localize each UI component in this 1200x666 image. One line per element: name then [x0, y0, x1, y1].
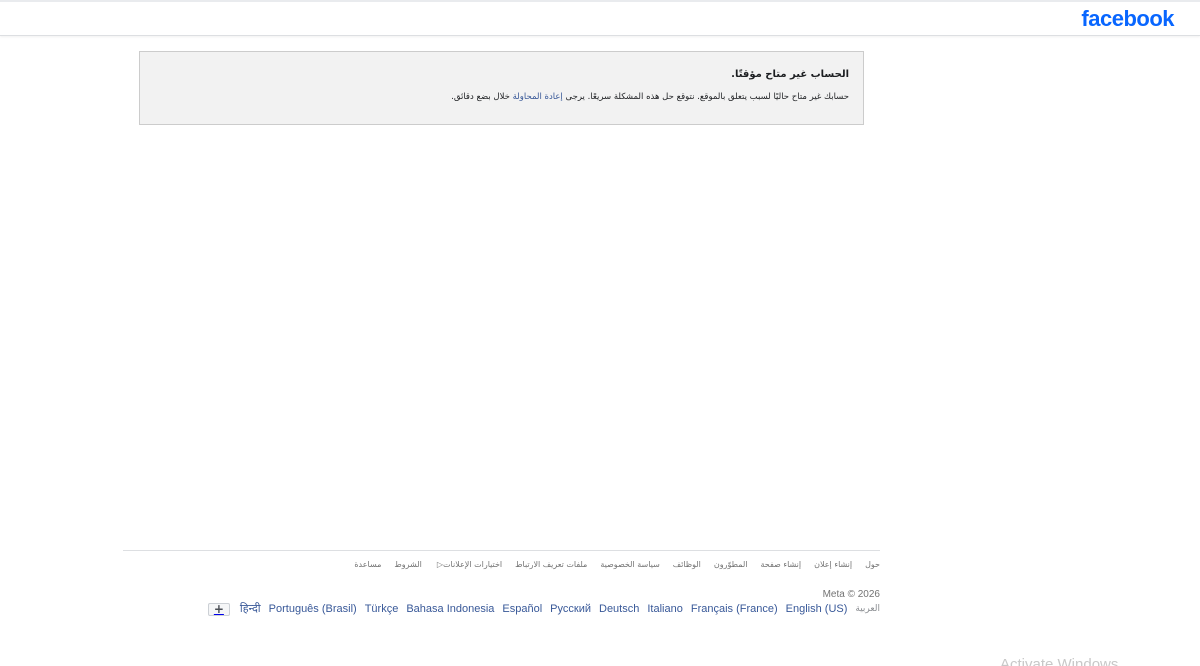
- footer-link-cookies[interactable]: ملفات تعريف الارتباط: [515, 558, 587, 572]
- notice-body-text: حسابك غير متاح حاليًا لسبب يتعلق بالموقع…: [562, 92, 849, 102]
- language-selector: العربية English (US) Français (France) I…: [207, 601, 880, 617]
- footer-link-create-page[interactable]: إنشاء صفحة: [761, 558, 802, 572]
- language-portuguese-brazil[interactable]: Português (Brasil): [269, 601, 357, 617]
- footer-link-about[interactable]: حول: [865, 558, 880, 572]
- footer-divider: [123, 550, 880, 551]
- footer-link-privacy[interactable]: سياسة الخصوصية: [600, 558, 659, 572]
- ad-choices-label: اختيارات الإعلانات: [443, 560, 503, 569]
- language-russian[interactable]: Русский: [550, 601, 591, 617]
- footer-link-ad-choices[interactable]: اختيارات الإعلانات▷: [435, 558, 502, 572]
- copyright: Meta © 2026: [822, 589, 880, 600]
- top-bar: facebook: [0, 0, 1200, 36]
- notice-title: الحساب غير متاح مؤقتًا.: [731, 69, 849, 80]
- footer-link-developers[interactable]: المطوّرون: [714, 558, 748, 572]
- windows-activation-watermark: Activate Windows: [1000, 656, 1119, 666]
- retry-link[interactable]: إعادة المحاولة: [513, 92, 563, 102]
- plus-icon: +: [213, 602, 224, 616]
- language-english-us[interactable]: English (US): [786, 601, 848, 617]
- language-indonesian[interactable]: Bahasa Indonesia: [406, 601, 494, 617]
- footer-links: حول إنشاء إعلان إنشاء صفحة المطوّرون الو…: [354, 558, 880, 572]
- footer-link-create-ad[interactable]: إنشاء إعلان: [814, 558, 852, 572]
- unavailable-notice: الحساب غير متاح مؤقتًا. حسابك غير متاح ح…: [139, 51, 864, 125]
- language-german[interactable]: Deutsch: [599, 601, 639, 617]
- language-french[interactable]: Français (France): [691, 601, 778, 617]
- language-spanish[interactable]: Español: [502, 601, 542, 617]
- more-languages-button[interactable]: +: [207, 602, 230, 616]
- language-turkish[interactable]: Türkçe: [365, 601, 399, 617]
- language-italian[interactable]: Italiano: [647, 601, 682, 617]
- notice-body-text-end: خلال بضع دقائق.: [451, 92, 513, 102]
- current-language: العربية: [855, 604, 880, 614]
- page: facebook الحساب غير متاح مؤقتًا. حسابك غ…: [0, 0, 1200, 666]
- footer-link-help[interactable]: مساعدة: [354, 558, 381, 572]
- footer-link-terms[interactable]: الشروط: [394, 558, 421, 572]
- notice-body: حسابك غير متاح حاليًا لسبب يتعلق بالموقع…: [154, 90, 849, 104]
- footer-link-careers[interactable]: الوظائف: [673, 558, 701, 572]
- language-hindi[interactable]: हिन्दी: [240, 601, 261, 617]
- facebook-logo[interactable]: facebook: [1081, 5, 1174, 33]
